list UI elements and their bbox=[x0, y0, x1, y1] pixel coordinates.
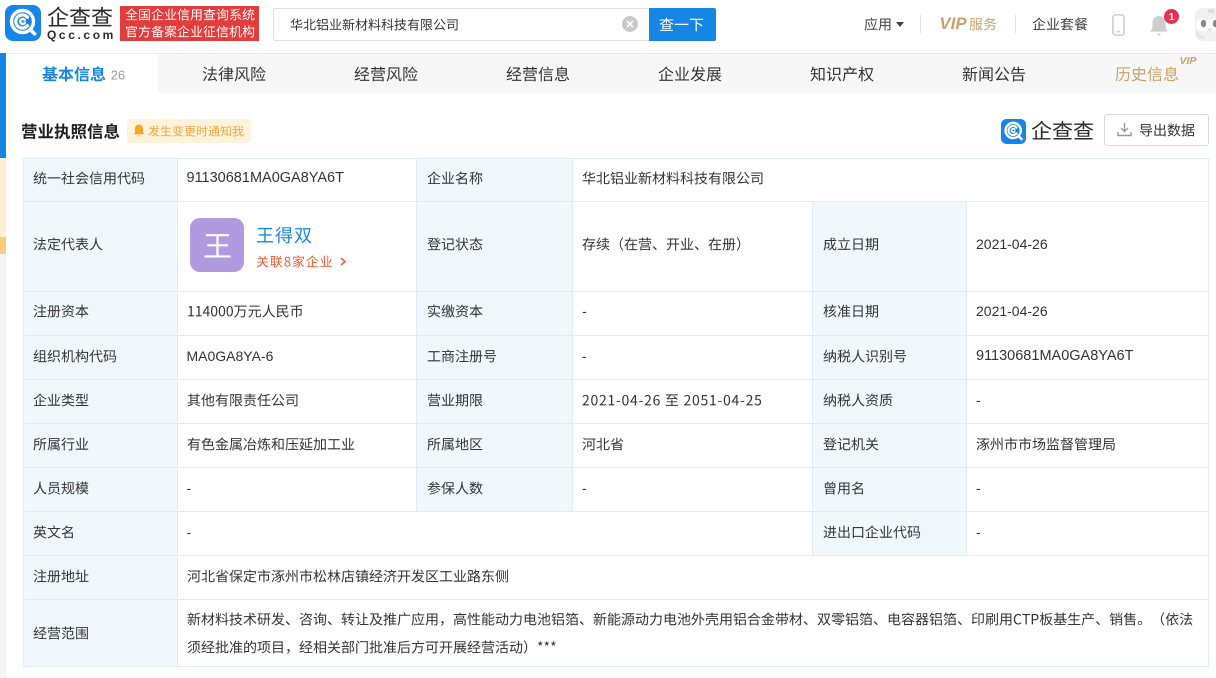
svg-text:1: 1 bbox=[1168, 12, 1174, 23]
